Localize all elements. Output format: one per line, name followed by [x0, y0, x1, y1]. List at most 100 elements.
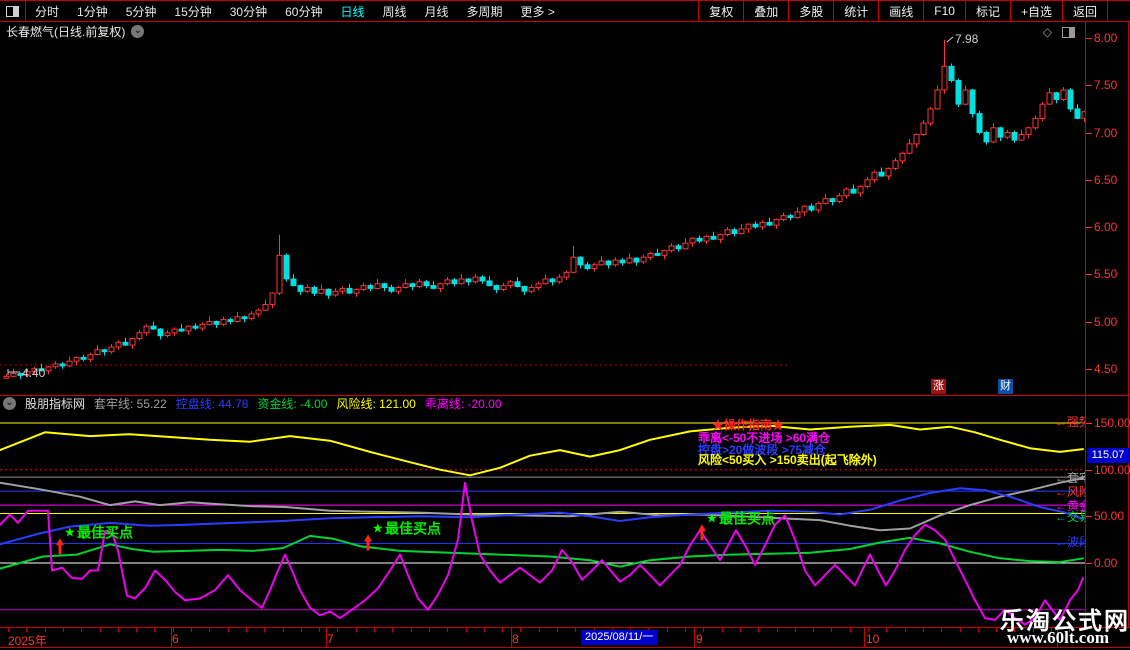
date-tick	[722, 628, 723, 632]
date-tick	[795, 628, 796, 632]
date-tick	[283, 628, 284, 632]
price-label-6-tick	[1086, 322, 1092, 323]
date-tick	[850, 628, 851, 632]
period-tab-5[interactable]: 60分钟	[276, 3, 331, 20]
guide-line-3: 风险<50买入 >150卖出(起飞除外)	[698, 451, 877, 468]
date-tick	[740, 628, 741, 632]
period-tab-3[interactable]: 15分钟	[165, 3, 220, 20]
price-label-3: 6.50	[1094, 173, 1117, 187]
indicator-field-2: 资金线: -4.00	[257, 395, 327, 412]
date-tick	[520, 628, 521, 632]
date-tick	[758, 628, 759, 632]
action-4[interactable]: 画线	[879, 1, 924, 21]
ind-axis-label-0: 150.00	[1094, 416, 1130, 430]
date-label-4: 9	[696, 632, 703, 646]
ind-axis-label-4: 0.00	[1094, 556, 1117, 570]
month-gridline	[694, 628, 695, 648]
period-tab-10[interactable]: 更多 ˃	[512, 3, 564, 20]
candlestick-chart[interactable]	[0, 22, 1085, 395]
price-label-4: 6.00	[1094, 220, 1117, 234]
date-tick	[923, 628, 924, 632]
date-tick	[118, 628, 119, 632]
price-label-1-tick	[1086, 85, 1092, 86]
title-icons: ◇	[1043, 25, 1075, 39]
date-tick	[484, 628, 485, 632]
svg-text:★: ★	[372, 521, 384, 536]
action-6[interactable]: 标记	[966, 1, 1011, 21]
price-label-7: 4.50	[1094, 362, 1117, 376]
price-label-2-tick	[1086, 133, 1092, 134]
action-7[interactable]: +自选	[1011, 1, 1063, 21]
title-bar: 长春燃气(日线.前复权) ⌄ ◇	[0, 23, 1083, 40]
ind-axis-label-2: 100.00	[1094, 463, 1130, 477]
action-0[interactable]: 复权	[699, 1, 744, 21]
period-tab-2[interactable]: 5分钟	[117, 3, 166, 20]
action-menu: 复权叠加多股统计画线F10标记+自选返回	[698, 1, 1108, 21]
date-tick	[301, 628, 302, 632]
date-label-3: 8	[512, 632, 519, 646]
date-tick	[337, 628, 338, 632]
price-label-2: 7.00	[1094, 126, 1117, 140]
action-8[interactable]: 返回	[1063, 1, 1108, 21]
action-2[interactable]: 多股	[789, 1, 834, 21]
date-tick	[209, 628, 210, 632]
event-badge-0[interactable]: 涨	[931, 379, 946, 394]
date-tick	[539, 628, 540, 632]
indicator-field-1: 控盘线: 44.78	[176, 395, 249, 412]
period-tab-8[interactable]: 月线	[416, 3, 458, 20]
date-tick	[429, 628, 430, 632]
period-tab-0[interactable]: 分时	[26, 3, 68, 20]
period-tab-1[interactable]: 1分钟	[68, 3, 117, 20]
layout-icon	[6, 6, 19, 17]
zone-labels: ←强势←套牢←风险←黄金←交易←波段	[1055, 410, 1085, 627]
ind-axis-label-3: 50.00	[1094, 509, 1124, 523]
price-label-4-tick	[1086, 227, 1092, 228]
zone-label-4: ←交易	[1055, 508, 1085, 525]
date-label-5: 10	[866, 632, 879, 646]
price-label-3-tick	[1086, 180, 1092, 181]
price-axis: 8.007.507.006.506.005.505.004.50150.0011…	[1085, 22, 1130, 627]
diamond-icon[interactable]: ◇	[1043, 25, 1052, 39]
date-label-0: 2025年	[8, 632, 47, 649]
ind-axis-label-1: 115.07	[1087, 448, 1129, 463]
date-tick	[960, 628, 961, 632]
date-tick	[466, 628, 467, 632]
date-tick	[319, 628, 320, 632]
event-badge-1[interactable]: 财	[998, 379, 1013, 394]
indicator-field-0: 套牢线: 55.22	[94, 395, 167, 412]
date-tick	[905, 628, 906, 632]
panel-icon[interactable]	[1062, 27, 1075, 38]
collapse-icon[interactable]: ⌄	[3, 397, 16, 410]
date-tick	[356, 628, 357, 632]
period-tab-4[interactable]: 30分钟	[221, 3, 276, 20]
period-tab-7[interactable]: 周线	[373, 3, 415, 20]
date-tick	[575, 628, 576, 632]
indicator-header: ⌄ 股朋指标网 套牢线: 55.22控盘线: 44.78资金线: -4.00风险…	[0, 396, 1083, 410]
action-3[interactable]: 统计	[834, 1, 879, 21]
date-tick	[703, 628, 704, 632]
date-axis[interactable]: 2025年 6 7 8 9 10 2025/08/11/一	[0, 627, 1130, 648]
chevron-down-icon[interactable]: ⌄	[131, 25, 144, 38]
date-tick	[246, 628, 247, 632]
buy-point-label-1: 最佳买点	[385, 521, 441, 537]
date-tick	[154, 628, 155, 632]
indicator-field-4: 乖离线: -20.00	[425, 395, 502, 412]
indicator-chart[interactable]: ★最佳买点★最佳买点★最佳买点	[0, 410, 1085, 627]
watermark-url: www.60lt.com	[1007, 628, 1109, 648]
price-label-7-tick	[1086, 369, 1092, 370]
crosshair-date-box: 2025/08/11/一	[581, 630, 657, 645]
date-label-1: 6	[172, 632, 179, 646]
date-tick	[411, 628, 412, 632]
period-tab-9[interactable]: 多周期	[458, 3, 512, 20]
date-tick	[777, 628, 778, 632]
action-1[interactable]: 叠加	[744, 1, 789, 21]
ind-axis-label-4-tick	[1086, 563, 1092, 564]
price-label-1: 7.50	[1094, 78, 1117, 92]
action-5[interactable]: F10	[924, 1, 966, 21]
date-tick	[81, 628, 82, 632]
date-label-2: 7	[327, 632, 334, 646]
date-tick	[136, 628, 137, 632]
layout-toggle-button[interactable]	[0, 1, 26, 21]
period-tab-6[interactable]: 日线	[331, 3, 373, 20]
date-tick	[100, 628, 101, 632]
